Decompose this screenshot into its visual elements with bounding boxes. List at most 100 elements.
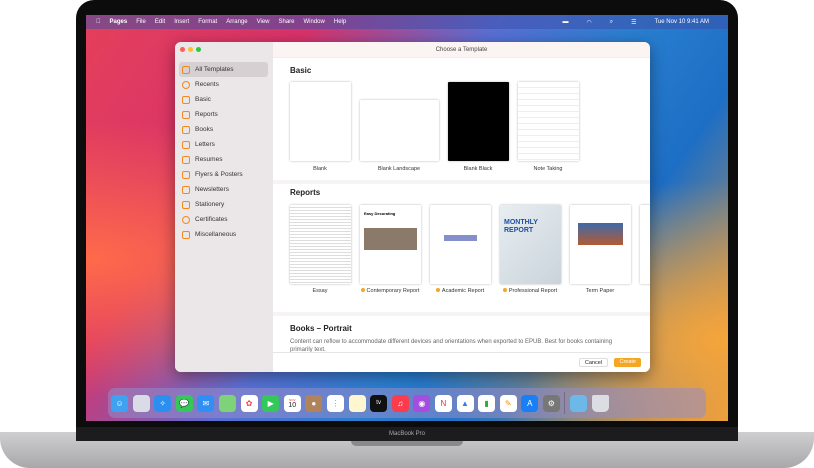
maps-icon[interactable] — [218, 394, 236, 412]
menu-share[interactable]: Share — [279, 19, 295, 25]
dock: ☺ ✧ 💬 ✉ ✿ ▶ NOV 10 ● ⋮ tv ♫ ◉ N ▲ ▮ ✎ A ⚙ — [108, 388, 706, 418]
cancel-button[interactable]: Cancel — [578, 358, 608, 367]
news-icon[interactable]: N — [434, 394, 452, 412]
sidebar-item-basic[interactable]: Basic — [179, 92, 268, 107]
thumb-headline: MONTHLY REPORT — [504, 219, 538, 234]
notes-icon[interactable] — [348, 394, 366, 412]
template-term-paper[interactable] — [570, 205, 631, 284]
safari-icon[interactable]: ✧ — [154, 394, 172, 412]
stamp-icon — [182, 200, 190, 209]
template-academic-report[interactable] — [430, 205, 491, 284]
screen:  Pages File Edit Insert Format Arrange … — [86, 15, 728, 421]
template-blank-black[interactable] — [448, 82, 509, 161]
downloads-folder-icon[interactable] — [570, 394, 588, 412]
sidebar-item-letters[interactable]: Letters — [179, 137, 268, 152]
apple-tv-icon[interactable]: tv — [370, 394, 388, 412]
template-blank[interactable] — [290, 82, 351, 161]
calendar-icon[interactable]: NOV 10 — [283, 394, 301, 412]
sidebar-item-label: Reports — [195, 111, 218, 118]
battery-icon[interactable]: ▬ — [563, 19, 569, 25]
sidebar-item-reports[interactable]: Reports — [179, 107, 268, 122]
section-title: Reports — [290, 188, 321, 197]
sidebar-item-flyers-posters[interactable]: Flyers & Posters — [179, 167, 268, 182]
system-preferences-icon[interactable]: ⚙ — [542, 394, 560, 412]
template-partial[interactable] — [640, 205, 650, 284]
window-title: Choose a Template — [273, 42, 650, 58]
contacts-icon[interactable]: ● — [305, 394, 323, 412]
finder-icon[interactable]: ☺ — [111, 394, 128, 412]
pages-icon[interactable]: ✎ — [499, 394, 517, 412]
photos-icon[interactable]: ✿ — [240, 394, 258, 412]
window-controls — [180, 47, 201, 52]
sidebar-item-label: Basic — [195, 96, 211, 103]
sidebar-item-certificates[interactable]: Certificates — [179, 212, 268, 227]
calendar-day: 10 — [288, 402, 297, 409]
menu-insert[interactable]: Insert — [174, 19, 189, 25]
apple-menu-icon[interactable]:  — [96, 19, 101, 25]
menu-window[interactable]: Window — [304, 19, 325, 25]
document-icon — [182, 95, 190, 104]
sidebar-item-label: Certificates — [195, 216, 228, 223]
template-professional-report[interactable]: MONTHLY REPORT — [500, 205, 561, 284]
template-caption: Term Paper — [585, 288, 615, 294]
minimize-button[interactable] — [188, 47, 193, 52]
laptop-notch — [351, 441, 463, 446]
music-icon[interactable]: ♫ — [391, 394, 409, 412]
messages-icon[interactable]: 💬 — [175, 394, 193, 412]
sidebar-item-label: Books — [195, 126, 214, 133]
app-store-icon[interactable]: A — [521, 394, 539, 412]
spotlight-search-icon[interactable]: ⌕ — [610, 19, 613, 26]
zoom-button[interactable] — [196, 47, 201, 52]
launchpad-icon[interactable] — [132, 394, 150, 412]
ribbon-icon — [182, 215, 190, 224]
section-reports: Reports Easy Decorating MONTHLY REPORT E… — [273, 184, 650, 312]
facetime-icon[interactable]: ▶ — [262, 394, 280, 412]
sidebar-item-all-templates[interactable]: All Templates — [179, 62, 268, 77]
trash-icon[interactable] — [591, 394, 609, 412]
control-center-icon[interactable]: ☰ — [631, 19, 636, 26]
podcasts-icon[interactable]: ◉ — [413, 394, 431, 412]
template-gallery: Basic Blank Blank Landscape Blank Black … — [273, 58, 650, 352]
wifi-icon[interactable]: ◠ — [587, 19, 592, 26]
reminders-icon[interactable]: ⋮ — [326, 394, 344, 412]
mail-icon[interactable]: ✉ — [197, 394, 215, 412]
create-button[interactable]: Create — [614, 358, 641, 367]
template-note-taking[interactable] — [518, 82, 579, 161]
sidebar-item-books[interactable]: Books — [179, 122, 268, 137]
book-icon — [182, 125, 190, 134]
dock-separator — [564, 392, 566, 414]
menu-bar:  Pages File Edit Insert Format Arrange … — [86, 15, 728, 29]
sidebar-item-recents[interactable]: Recents — [179, 77, 268, 92]
menu-file[interactable]: File — [136, 19, 146, 25]
sidebar-item-miscellaneous[interactable]: Miscellaneous — [179, 227, 268, 242]
menu-view[interactable]: View — [257, 19, 270, 25]
template-caption: Academic Report — [420, 288, 500, 294]
sidebar-item-newsletters[interactable]: Newsletters — [179, 182, 268, 197]
menu-clock[interactable]: Tue Nov 10 9:41 AM — [655, 19, 709, 25]
sidebar-item-resumes[interactable]: Resumes — [179, 152, 268, 167]
menu-pages[interactable]: Pages — [110, 19, 128, 25]
caption-text: Academic Report — [441, 288, 485, 294]
template-caption: Blank Black — [463, 166, 493, 172]
clock-icon — [182, 80, 190, 89]
keynote-icon[interactable]: ▲ — [456, 394, 474, 412]
menu-arrange[interactable]: Arrange — [226, 19, 247, 25]
template-essay[interactable] — [290, 205, 351, 284]
laptop-label: MacBook Pro — [76, 427, 738, 441]
resume-icon — [182, 155, 190, 164]
sidebar-item-stationery[interactable]: Stationery — [179, 197, 268, 212]
sidebar-item-label: Newsletters — [195, 186, 229, 193]
menu-help[interactable]: Help — [334, 19, 346, 25]
close-button[interactable] — [180, 47, 185, 52]
sidebar: All Templates Recents Basic Reports Book… — [175, 42, 273, 372]
template-caption: Professional Report — [490, 288, 570, 294]
template-contemporary-report[interactable]: Easy Decorating — [360, 205, 421, 284]
menu-format[interactable]: Format — [198, 19, 217, 25]
sidebar-item-label: Resumes — [195, 156, 223, 163]
numbers-icon[interactable]: ▮ — [478, 394, 496, 412]
archive-box-icon — [182, 230, 190, 239]
map-icon — [182, 170, 190, 179]
menu-edit[interactable]: Edit — [155, 19, 165, 25]
template-blank-landscape[interactable] — [360, 100, 439, 161]
section-books-portrait: Books – Portrait Content can reflow to a… — [273, 316, 650, 352]
